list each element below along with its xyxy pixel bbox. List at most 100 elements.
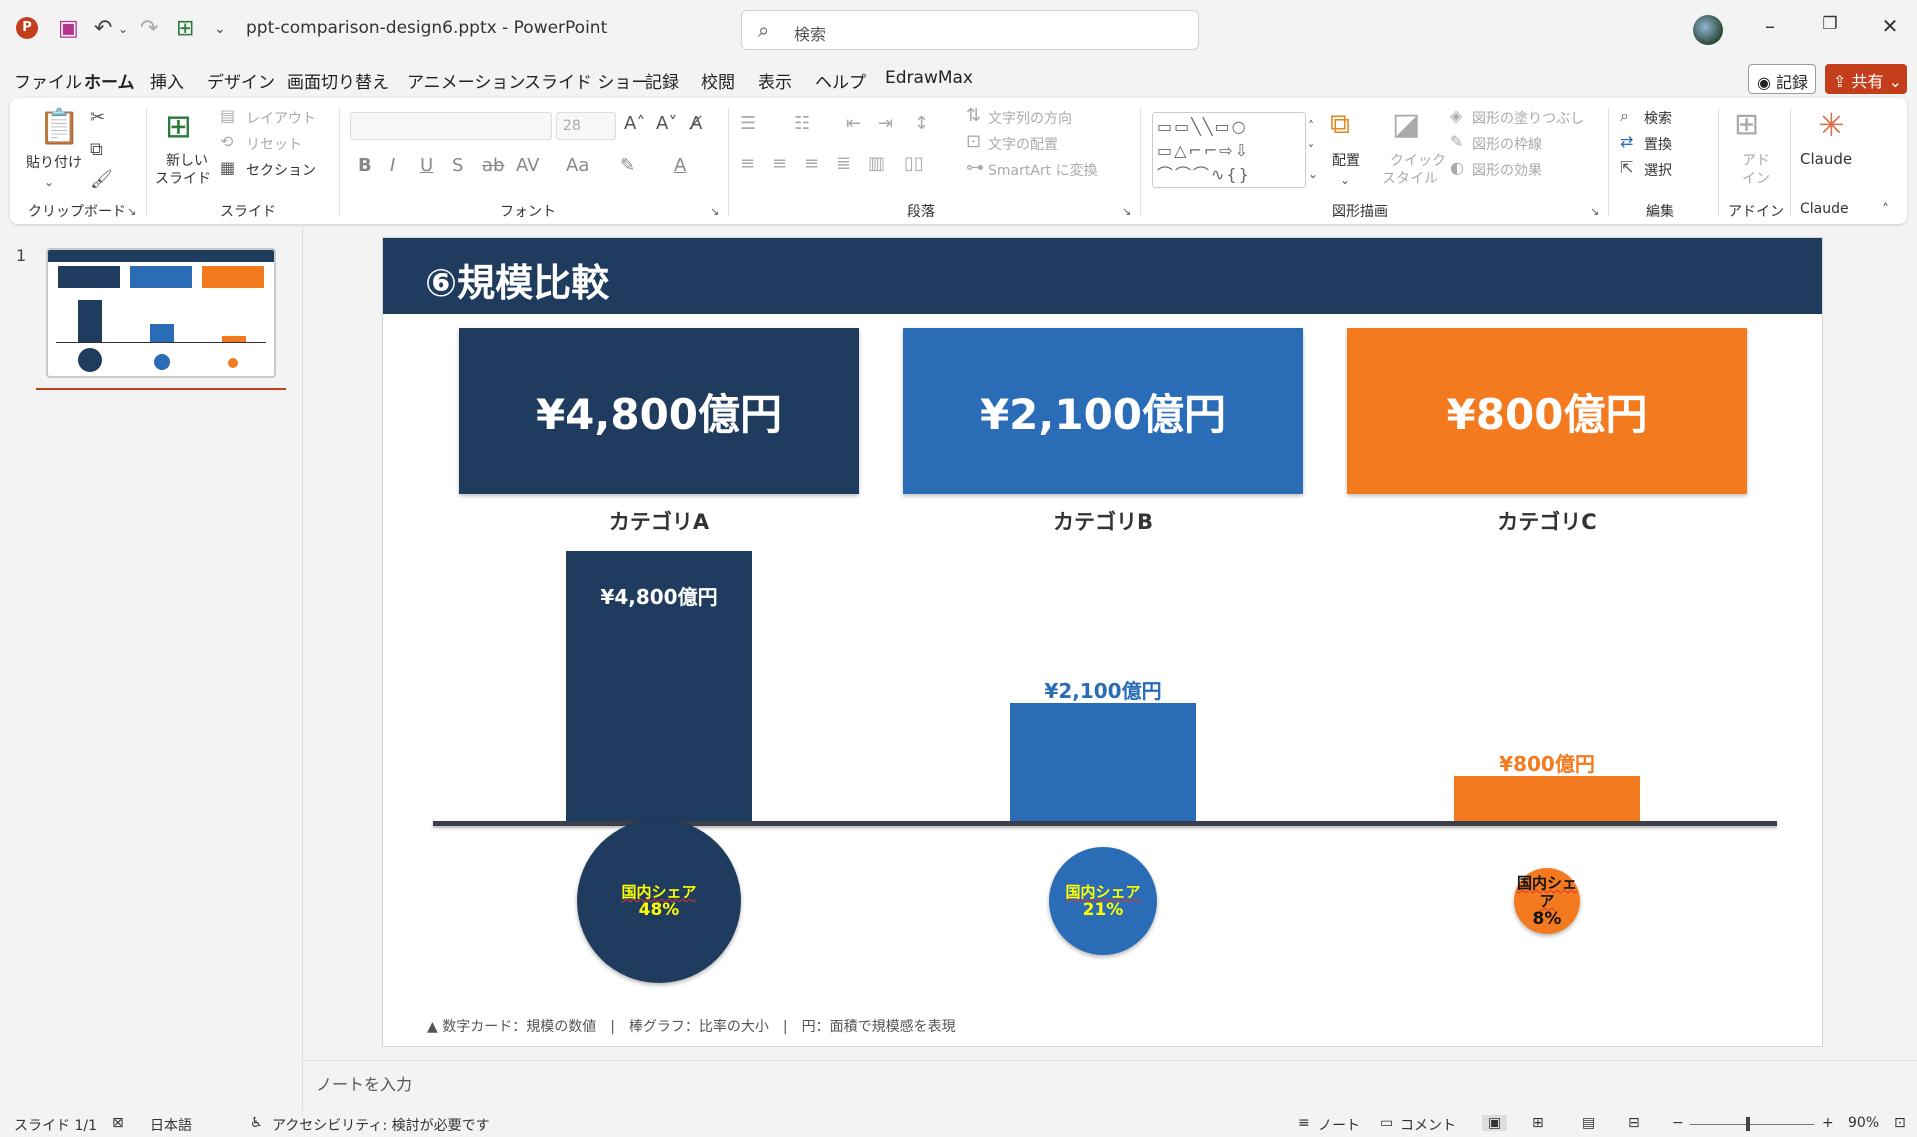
underline-icon[interactable]: U xyxy=(420,156,433,176)
cut-icon[interactable]: ✂ xyxy=(90,108,105,128)
tab-help[interactable]: ヘルプ xyxy=(815,68,866,93)
paste-icon[interactable]: 📋 xyxy=(38,108,80,146)
new-slide-icon[interactable]: ⊞ xyxy=(165,108,192,144)
tab-slideshow[interactable]: スライド ショー xyxy=(524,68,648,93)
slide-canvas[interactable]: ⑥規模比較 ¥4,800億円 ¥2,100億円 ¥800億円 カテゴリA カテゴ… xyxy=(382,237,1823,1047)
tab-design[interactable]: デザイン xyxy=(207,68,275,93)
text-direction-button[interactable]: 文字列の方向 xyxy=(988,108,1072,128)
share-circle-a[interactable]: 国内シェア 48% xyxy=(577,819,741,983)
decrease-font-icon[interactable]: A˅ xyxy=(656,114,677,134)
tab-edrawmax[interactable]: EdrawMax xyxy=(885,68,973,88)
status-accessibility[interactable]: アクセシビリティ: 検討が必要です xyxy=(272,1115,490,1135)
zoom-in-icon[interactable]: + xyxy=(1822,1115,1834,1131)
avatar[interactable] xyxy=(1693,15,1723,45)
reset-button[interactable]: リセット xyxy=(246,134,302,154)
highlight-icon[interactable]: ✎ xyxy=(620,156,635,176)
drawing-launcher-icon[interactable]: ↘ xyxy=(1590,202,1599,222)
reading-view-icon[interactable]: ▤ xyxy=(1582,1115,1595,1131)
share-circle-c[interactable]: 国内シェア 8% xyxy=(1513,867,1581,935)
redo-icon[interactable]: ↷ xyxy=(140,15,158,43)
change-case-icon[interactable]: Aa xyxy=(566,156,589,176)
line-spacing-icon[interactable]: ↕ xyxy=(914,114,929,134)
claude-icon[interactable]: ✳ xyxy=(1818,108,1845,142)
font-size-dropdown[interactable]: 28 xyxy=(556,112,616,140)
share-button[interactable]: ⇪ 共有 ⌄ xyxy=(1825,64,1907,94)
slide-legend-note[interactable]: ▲ 数字カード：規模の数値 | 棒グラフ：比率の大小 | 円：面積で規模感を表現 xyxy=(427,1016,956,1036)
shape-fill-button[interactable]: 図形の塗りつぶし xyxy=(1472,108,1584,128)
arrange-dropdown-icon[interactable]: ⌄ xyxy=(1340,170,1350,190)
font-name-dropdown[interactable] xyxy=(350,112,552,140)
value-card-a[interactable]: ¥4,800億円 xyxy=(459,328,859,494)
align-text-button[interactable]: 文字の配置 xyxy=(988,134,1058,154)
close-button[interactable]: ✕ xyxy=(1875,14,1905,38)
record-button[interactable]: ◉ 記録 xyxy=(1748,64,1816,94)
slide-thumbnail[interactable] xyxy=(46,248,276,378)
bold-icon[interactable]: B xyxy=(358,156,372,176)
tab-animations[interactable]: アニメーション xyxy=(407,68,525,93)
tab-file[interactable]: ファイル xyxy=(14,68,82,93)
search-box[interactable]: ⌕ 検索 xyxy=(741,10,1199,50)
shape-effects-button[interactable]: 図形の効果 xyxy=(1472,160,1542,180)
distributed-icon[interactable]: ▥ xyxy=(868,154,885,174)
smartart-button[interactable]: SmartArt に変換 xyxy=(988,160,1098,180)
addins-label-1[interactable]: アド xyxy=(1742,150,1770,170)
zoom-slider[interactable] xyxy=(1690,1124,1814,1125)
slide-title[interactable]: ⑥規模比較 xyxy=(425,252,609,307)
font-launcher-icon[interactable]: ↘ xyxy=(710,202,719,222)
new-slide-label-2[interactable]: スライド xyxy=(155,168,211,188)
copy-icon[interactable]: ⧉ xyxy=(90,140,103,160)
quick-styles-label-1[interactable]: クイック xyxy=(1390,150,1446,170)
status-language[interactable]: 日本語 xyxy=(150,1115,192,1135)
find-button[interactable]: 検索 xyxy=(1644,108,1672,128)
zoom-out-icon[interactable]: − xyxy=(1672,1115,1684,1131)
clipboard-launcher-icon[interactable]: ↘ xyxy=(127,202,136,222)
font-color-icon[interactable]: A xyxy=(674,156,686,176)
clear-format-icon[interactable]: A̸ xyxy=(690,114,702,134)
justify-icon[interactable]: ≣ xyxy=(836,154,851,174)
align-left-icon[interactable]: ≡ xyxy=(740,154,755,174)
layout-button[interactable]: レイアウト xyxy=(246,108,316,128)
zoom-level[interactable]: 90% xyxy=(1848,1115,1879,1131)
char-spacing-icon[interactable]: AV xyxy=(516,156,539,176)
arrange-button[interactable]: 配置 xyxy=(1332,150,1360,170)
tab-home[interactable]: ホーム xyxy=(84,68,135,101)
zoom-slider-thumb[interactable] xyxy=(1746,1117,1750,1131)
save-icon[interactable]: ▣ xyxy=(58,15,79,43)
paste-dropdown-icon[interactable]: ⌄ xyxy=(44,172,54,192)
fit-to-window-icon[interactable]: ⊡ xyxy=(1894,1115,1906,1131)
addins-icon[interactable]: ⊞ xyxy=(1734,108,1759,142)
decrease-indent-icon[interactable]: ⇤ xyxy=(846,114,861,134)
present-icon[interactable]: ⊞ xyxy=(176,15,194,43)
quick-styles-label-2[interactable]: スタイル xyxy=(1382,168,1438,188)
slideshow-view-icon[interactable]: ⊟ xyxy=(1628,1115,1640,1131)
quick-styles-icon[interactable]: ◪ xyxy=(1392,108,1420,142)
category-label-c[interactable]: カテゴリC xyxy=(1347,506,1747,536)
normal-view-icon[interactable]: ▣ xyxy=(1482,1115,1508,1131)
restore-button[interactable]: ❐ xyxy=(1815,14,1845,34)
share-circle-b[interactable]: 国内シェア 21% xyxy=(1048,846,1158,956)
slide-sorter-icon[interactable]: ⊞ xyxy=(1532,1115,1544,1131)
undo-dropdown-icon[interactable]: ⌄ xyxy=(118,15,128,43)
notes-input[interactable]: ノートを入力 xyxy=(316,1071,412,1095)
paragraph-launcher-icon[interactable]: ↘ xyxy=(1122,202,1131,222)
undo-icon[interactable]: ↶ xyxy=(94,15,112,43)
tab-transitions[interactable]: 画面切り替え xyxy=(287,68,389,93)
tab-view[interactable]: 表示 xyxy=(758,68,792,93)
bullets-icon[interactable]: ☰ xyxy=(740,114,756,134)
collapse-ribbon-icon[interactable]: ˄ xyxy=(1882,200,1889,220)
value-card-c[interactable]: ¥800億円 xyxy=(1347,328,1747,494)
category-label-a[interactable]: カテゴリA xyxy=(459,506,859,536)
columns-icon[interactable]: ▯▯ xyxy=(904,154,924,174)
category-label-b[interactable]: カテゴリB xyxy=(903,506,1303,536)
numbering-icon[interactable]: ☷ xyxy=(794,114,810,134)
strikethrough-icon[interactable]: ab xyxy=(482,156,504,176)
comments-toggle[interactable]: コメント xyxy=(1400,1115,1456,1135)
italic-icon[interactable]: I xyxy=(390,156,395,176)
minimize-button[interactable]: – xyxy=(1755,14,1785,38)
shapes-gallery[interactable]: ▭▭╲╲▭○ ▭△⌐⌐⇨⇩ ⌒⌒⌒∿{} xyxy=(1152,112,1306,188)
select-button[interactable]: 選択 xyxy=(1644,160,1672,180)
notes-toggle[interactable]: ノート xyxy=(1318,1115,1360,1135)
align-center-icon[interactable]: ≡ xyxy=(772,154,787,174)
addins-label-2[interactable]: イン xyxy=(1742,168,1770,188)
arrange-icon[interactable]: ⧉ xyxy=(1330,108,1350,140)
